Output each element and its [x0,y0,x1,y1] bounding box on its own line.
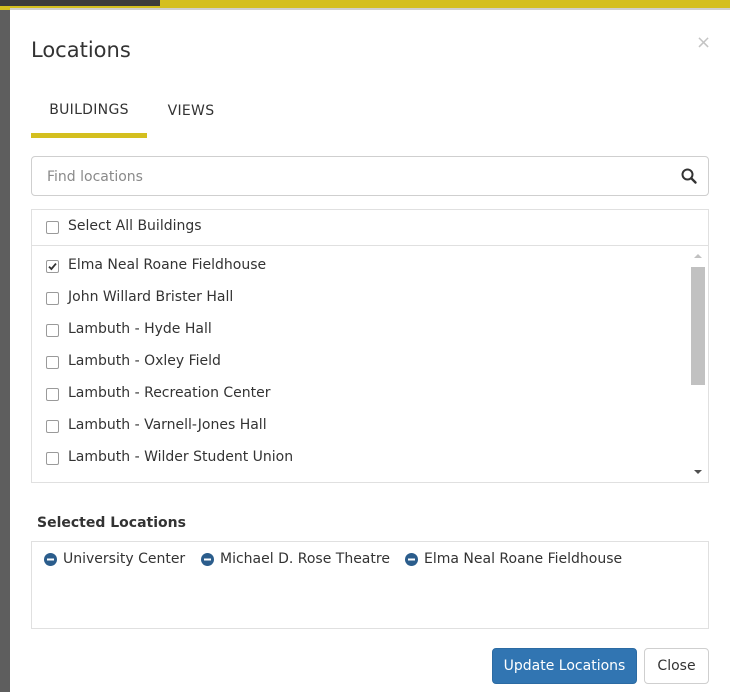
building-label: Lambuth - Wilder Student Union [68,449,294,465]
list-item[interactable]: Lambuth - Hyde Hall [32,314,682,346]
checkmark-icon [48,263,57,271]
search-icon[interactable] [680,167,698,185]
search-input[interactable] [33,158,679,196]
building-label: Lambuth - Oxley Field [68,353,221,369]
location-tabs: BUILDINGS VIEWS [31,88,331,138]
select-all-row[interactable]: Select All Buildings [31,209,709,245]
list-item[interactable]: Lambuth - Recreation Center [32,378,682,410]
select-all-checkbox[interactable] [46,221,59,234]
select-all-label: Select All Buildings [68,218,202,234]
minus-circle-icon[interactable] [44,553,57,566]
list-item[interactable]: Lambuth - Varnell-Jones Hall [32,410,682,442]
buildings-list[interactable]: Elma Neal Roane Fieldhouse John Willard … [31,245,709,483]
scroll-down-arrow-icon[interactable] [688,466,708,478]
building-checkbox[interactable] [46,292,59,305]
minus-circle-icon[interactable] [201,553,214,566]
selected-chip-label: Elma Neal Roane Fieldhouse [424,551,623,567]
building-label: Lambuth - Varnell-Jones Hall [68,417,267,433]
building-label: Elma Neal Roane Fieldhouse [68,257,267,273]
building-checkbox[interactable] [46,388,59,401]
list-item[interactable]: Lambuth - Oxley Field [32,346,682,378]
scroll-up-arrow-icon[interactable] [688,250,708,262]
building-checkbox[interactable] [46,420,59,433]
selected-chip-label: University Center [63,551,186,567]
search-box [31,156,709,196]
building-label: Lambuth - Recreation Center [68,385,271,401]
selected-chip-label: Michael D. Rose Theatre [220,551,390,567]
list-scrollbar[interactable] [688,246,708,482]
building-checkbox[interactable] [46,452,59,465]
selected-locations-heading: Selected Locations [37,515,186,531]
list-item[interactable]: John Willard Brister Hall [32,282,682,314]
minus-circle-icon[interactable] [405,553,418,566]
locations-dialog: Locations × BUILDINGS VIEWS Select All B… [10,8,730,692]
building-checkbox[interactable] [46,356,59,369]
tab-views[interactable]: VIEWS [151,88,231,138]
backdrop-header-dark [0,0,160,6]
update-locations-button[interactable]: Update Locations [492,648,637,684]
building-label: Lambuth - Hyde Hall [68,321,212,337]
building-checkbox[interactable] [46,260,59,273]
building-label: John Willard Brister Hall [68,289,234,305]
scroll-thumb[interactable] [691,267,705,385]
tab-buildings[interactable]: BUILDINGS [31,88,147,138]
close-button[interactable]: Close [644,648,709,684]
building-checkbox[interactable] [46,324,59,337]
selected-locations-box: University Center Michael D. Rose Theatr… [31,541,709,629]
dialog-title: Locations [31,38,131,62]
list-item[interactable]: Elma Neal Roane Fieldhouse [32,250,682,282]
close-icon[interactable]: × [696,32,711,53]
list-item[interactable]: Lambuth - Wilder Student Union [32,442,682,474]
